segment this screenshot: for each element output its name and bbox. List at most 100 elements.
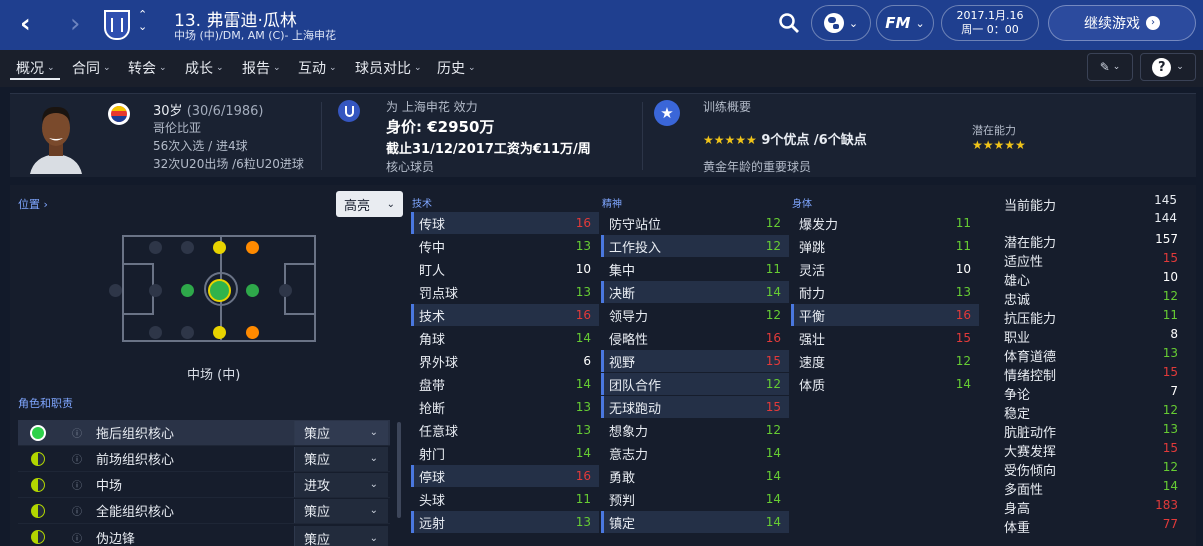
tab-history[interactable]: 历史 ⌄ bbox=[437, 58, 476, 78]
chevron-down-icon: ⌄ bbox=[1176, 62, 1184, 72]
highlight-label: 高亮 bbox=[344, 198, 371, 214]
chevron-down-icon: ⌄ bbox=[1112, 62, 1121, 72]
back-icon[interactable]: ‹ bbox=[20, 9, 31, 39]
attribute-row[interactable]: 视野 15 bbox=[601, 350, 789, 372]
continue-button[interactable]: 继续游戏 › bbox=[1048, 5, 1196, 41]
chevron-down-icon: ⌄ bbox=[216, 63, 224, 73]
attribute-row[interactable]: 灵活 10 bbox=[791, 258, 979, 280]
duty-label: 进攻 bbox=[304, 479, 331, 494]
attribute-row[interactable]: 团队合作 12 bbox=[601, 373, 789, 395]
attribute-row[interactable]: 远射 13 bbox=[411, 511, 599, 533]
hidden-attribute-row: 适应性 15 bbox=[1004, 251, 1178, 270]
attribute-value: 16 bbox=[575, 469, 591, 483]
info-icon[interactable]: ⓘ bbox=[72, 451, 82, 466]
search-icon[interactable] bbox=[778, 12, 800, 38]
duty-dropdown[interactable]: 策应 ⌄ bbox=[294, 498, 388, 523]
attribute-row[interactable]: 侵略性 16 bbox=[601, 327, 789, 349]
duty-dropdown[interactable]: 策应 ⌄ bbox=[294, 526, 388, 546]
globe-menu-button[interactable]: ⌄ bbox=[811, 5, 871, 41]
tab-reports[interactable]: 报告 ⌄ bbox=[242, 58, 281, 78]
attribute-row[interactable]: 射门 14 bbox=[411, 442, 599, 464]
hidden-attribute-row: 肮脏动作 13 bbox=[1004, 422, 1178, 441]
tab-overview[interactable]: 概况 ⌄ bbox=[16, 58, 55, 78]
chevron-down-icon: ⌄ bbox=[414, 63, 422, 73]
attribute-row[interactable]: 领导力 12 bbox=[601, 304, 789, 326]
attribute-row[interactable]: 盘带 14 bbox=[411, 373, 599, 395]
attribute-row[interactable]: 罚点球 13 bbox=[411, 281, 599, 303]
duty-dropdown[interactable]: 策应 ⌄ bbox=[294, 446, 388, 471]
tab-transfer[interactable]: 转会 ⌄ bbox=[128, 58, 167, 78]
attribute-row[interactable]: 耐力 13 bbox=[791, 281, 979, 303]
attribute-row[interactable]: 传中 13 bbox=[411, 235, 599, 257]
attribute-value: 15 bbox=[765, 354, 781, 368]
position-dot-dr bbox=[149, 326, 162, 339]
attribute-name: 头球 bbox=[419, 493, 446, 509]
forward-icon[interactable]: › bbox=[70, 9, 80, 39]
highlight-marker bbox=[411, 304, 414, 326]
attribute-row[interactable]: 技术 16 bbox=[411, 304, 599, 326]
tab-label: 球员对比 bbox=[355, 61, 411, 77]
tab-compare[interactable]: 球员对比 ⌄ bbox=[355, 58, 422, 78]
attribute-row[interactable]: 工作投入 12 bbox=[601, 235, 789, 257]
attribute-name: 爆发力 bbox=[799, 217, 839, 233]
role-row[interactable]: ⓘ 前场组织核心 策应 ⌄ bbox=[18, 446, 390, 472]
duty-dropdown[interactable]: 策应 ⌄ bbox=[294, 420, 388, 445]
date-display[interactable]: 2017.1月.16 周一 0：00 bbox=[941, 5, 1039, 41]
role-row[interactable]: ⓘ 伪边锋 策应 ⌄ bbox=[18, 524, 390, 546]
role-row[interactable]: ⓘ 中场 进攻 ⌄ bbox=[18, 472, 390, 498]
info-icon[interactable]: ⓘ bbox=[72, 530, 82, 545]
role-row[interactable]: ⓘ 拖后组织核心 策应 ⌄ bbox=[18, 420, 390, 446]
highlight-dropdown[interactable]: 高亮 ⌄ bbox=[336, 191, 403, 217]
info-icon[interactable]: ⓘ bbox=[72, 503, 82, 518]
attribute-value: 13 bbox=[575, 400, 591, 414]
attribute-row[interactable]: 体质 14 bbox=[791, 373, 979, 395]
edit-view-button[interactable]: ✎ ⌄ bbox=[1087, 53, 1133, 81]
info-icon[interactable]: ⓘ bbox=[72, 425, 82, 440]
attribute-name: 镇定 bbox=[609, 516, 636, 532]
tab-development[interactable]: 成长 ⌄ bbox=[185, 58, 224, 78]
tab-contract[interactable]: 合同 ⌄ bbox=[72, 58, 111, 78]
attribute-value: 14 bbox=[765, 446, 781, 460]
attribute-row[interactable]: 平衡 16 bbox=[791, 304, 979, 326]
tab-interaction[interactable]: 互动 ⌄ bbox=[298, 58, 337, 78]
attribute-row[interactable]: 集中 11 bbox=[601, 258, 789, 280]
mental-label: 精神 bbox=[602, 199, 622, 210]
attribute-name: 盯人 bbox=[419, 263, 446, 279]
role-row[interactable]: ⓘ 全能组织核心 策应 ⌄ bbox=[18, 498, 390, 524]
attribute-row[interactable]: 想象力 12 bbox=[601, 419, 789, 441]
attribute-row[interactable]: 传球 16 bbox=[411, 212, 599, 234]
attribute-row[interactable]: 界外球 6 bbox=[411, 350, 599, 372]
hidden-attribute-name: 雄心 bbox=[1004, 274, 1031, 289]
attribute-row[interactable]: 抢断 13 bbox=[411, 396, 599, 418]
attribute-row[interactable]: 停球 16 bbox=[411, 465, 599, 487]
duty-dropdown[interactable]: 进攻 ⌄ bbox=[294, 472, 388, 497]
info-icon[interactable]: ⓘ bbox=[72, 477, 82, 492]
attribute-row[interactable]: 勇敢 14 bbox=[601, 465, 789, 487]
hidden-attribute-row: 情绪控制 15 bbox=[1004, 365, 1178, 384]
attribute-row[interactable]: 头球 11 bbox=[411, 488, 599, 510]
player-photo bbox=[30, 98, 82, 174]
attribute-row[interactable]: 决断 14 bbox=[601, 281, 789, 303]
help-button[interactable]: ? ⌄ bbox=[1140, 53, 1196, 81]
attribute-row[interactable]: 意志力 14 bbox=[601, 442, 789, 464]
hidden-attribute-name: 稳定 bbox=[1004, 407, 1031, 422]
attribute-row[interactable]: 角球 14 bbox=[411, 327, 599, 349]
attribute-row[interactable]: 镇定 14 bbox=[601, 511, 789, 533]
position-link[interactable]: 位置 › bbox=[18, 196, 48, 212]
hidden-attribute-name: 多面性 bbox=[1004, 483, 1044, 498]
attribute-row[interactable]: 防守站位 12 bbox=[601, 212, 789, 234]
player-switch-icon[interactable]: ⌃ ⌄ bbox=[138, 9, 147, 33]
attribute-row[interactable]: 强壮 15 bbox=[791, 327, 979, 349]
roles-scrollbar[interactable] bbox=[397, 422, 401, 518]
continue-label: 继续游戏 bbox=[1084, 16, 1140, 32]
attribute-row[interactable]: 盯人 10 bbox=[411, 258, 599, 280]
attribute-row[interactable]: 速度 12 bbox=[791, 350, 979, 372]
attribute-row[interactable]: 无球跑动 15 bbox=[601, 396, 789, 418]
fm-menu-button[interactable]: FM ⌄ bbox=[876, 5, 934, 41]
attribute-row[interactable]: 爆发力 11 bbox=[791, 212, 979, 234]
attribute-row[interactable]: 任意球 13 bbox=[411, 419, 599, 441]
chevron-down-icon: ⌄ bbox=[47, 63, 55, 73]
hidden-attribute-value: 13 bbox=[1162, 422, 1178, 436]
attribute-row[interactable]: 弹跳 11 bbox=[791, 235, 979, 257]
attribute-row[interactable]: 预判 14 bbox=[601, 488, 789, 510]
